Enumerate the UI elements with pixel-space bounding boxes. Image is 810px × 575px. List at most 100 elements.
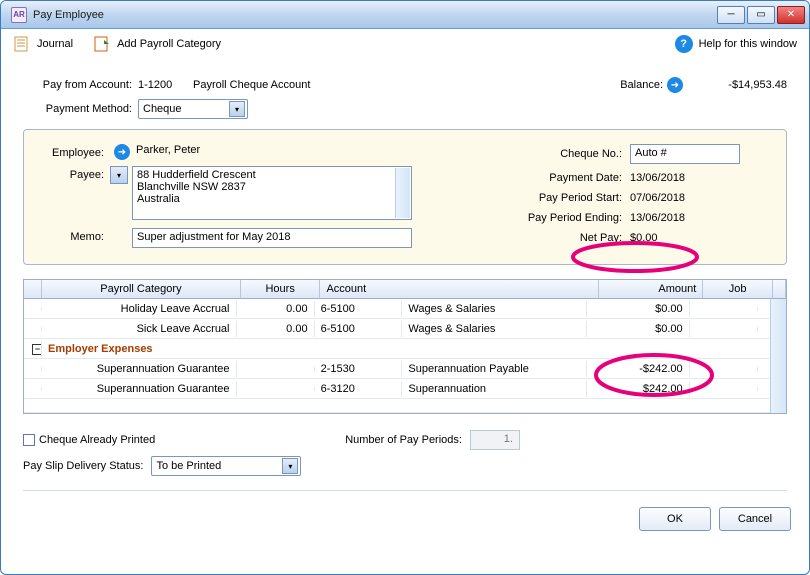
table-row [24, 399, 770, 413]
balance-label: Balance: [620, 79, 663, 91]
payment-method-combo[interactable]: Cheque ▾ [138, 99, 248, 119]
divider [23, 490, 787, 491]
payment-method-label: Payment Method: [23, 103, 138, 115]
toolbar: Journal Add Payroll Category ? Help for … [1, 29, 809, 59]
table-row[interactable]: −Employer Expenses [24, 339, 770, 359]
table-row[interactable]: Superannuation Guarantee 2-1530Superannua… [24, 359, 770, 379]
add-category-label: Add Payroll Category [117, 38, 221, 50]
cheque-no-label: Cheque No.: [510, 148, 630, 160]
th-expand [24, 280, 42, 299]
payee-label: Payee: [40, 166, 110, 181]
delivery-combo[interactable]: To be Printed ▾ [151, 456, 301, 476]
cell-job [690, 387, 758, 391]
cell-acct: 6-5100 [315, 321, 403, 337]
delivery-value: To be Printed [156, 460, 221, 472]
th-hours[interactable]: Hours [241, 280, 321, 299]
employee-panel: Employee: ➜ Parker, Peter Payee: ▾ 88 Hu… [23, 129, 787, 265]
th-account[interactable]: Account [320, 280, 598, 299]
payroll-table: Payroll Category Hours Account Amount Jo… [23, 279, 787, 414]
already-printed-checkbox[interactable] [23, 434, 35, 446]
balance-arrow-icon[interactable]: ➜ [667, 77, 683, 93]
balance-value: -$14,953.48 [687, 79, 787, 91]
minimize-button[interactable]: ─ [717, 6, 745, 24]
cell-amount: $0.00 [587, 301, 689, 317]
cell-acctname: Wages & Salaries [402, 321, 587, 337]
table-scrollbar[interactable] [770, 299, 786, 413]
cell-job [690, 327, 758, 331]
cell-hours: 0.00 [237, 301, 315, 317]
chevron-down-icon: ▾ [282, 458, 298, 474]
close-button[interactable]: ✕ [777, 6, 805, 24]
employee-label: Employee: [40, 144, 110, 159]
payment-date-value: 13/06/2018 [630, 172, 685, 184]
journal-button[interactable]: Journal [13, 35, 73, 53]
collapse-icon[interactable]: − [32, 344, 42, 355]
table-row[interactable]: Sick Leave Accrual0.006-5100Wages & Sala… [24, 319, 770, 339]
help-button[interactable]: ? Help for this window [675, 35, 797, 53]
num-periods-label: Number of Pay Periods: [345, 434, 462, 446]
period-start-label: Pay Period Start: [510, 192, 630, 204]
cell-hours [237, 367, 315, 371]
cell-acctname: Wages & Salaries [402, 301, 587, 317]
table-row[interactable]: Superannuation Guarantee 6-3120Superannua… [24, 379, 770, 399]
help-icon: ? [675, 35, 693, 53]
cell-category: Superannuation Guarantee [42, 381, 237, 397]
cell-category: Superannuation Guarantee [42, 361, 237, 377]
scrollbar[interactable] [395, 168, 410, 218]
payee-address-text: 88 Hudderfield Crescent Blanchville NSW … [137, 169, 256, 205]
period-start-value: 07/06/2018 [630, 192, 685, 204]
already-printed-label: Cheque Already Printed [39, 434, 155, 446]
memo-label: Memo: [40, 228, 110, 243]
net-pay-value: $0.00 [630, 232, 658, 244]
help-label: Help for this window [699, 38, 797, 50]
cell-acct: 6-3120 [315, 381, 403, 397]
cell-acctname: Superannuation Payable [402, 361, 587, 377]
cell-job [690, 307, 758, 311]
add-category-button[interactable]: Add Payroll Category [93, 35, 221, 53]
table-body: Holiday Leave Accrual0.006-5100Wages & S… [24, 299, 786, 413]
employee-arrow-icon[interactable]: ➜ [114, 144, 130, 160]
num-periods-input[interactable]: 1. [470, 430, 520, 450]
th-amount[interactable]: Amount [599, 280, 703, 299]
table-row[interactable]: Holiday Leave Accrual0.006-5100Wages & S… [24, 299, 770, 319]
highlight-circle-netpay [565, 239, 705, 275]
app-icon: AR [11, 7, 27, 23]
cell-hours [237, 387, 315, 391]
th-job[interactable]: Job [703, 280, 773, 299]
cell-job [690, 367, 758, 371]
cell-amount: $0.00 [587, 321, 689, 337]
cell-acct: 6-5100 [315, 301, 403, 317]
chevron-down-icon: ▾ [229, 101, 245, 117]
th-category[interactable]: Payroll Category [42, 280, 241, 299]
account-code: 1-1200 [138, 79, 193, 91]
period-end-label: Pay Period Ending: [510, 212, 630, 224]
account-name: Payroll Cheque Account [193, 79, 310, 91]
titlebar: AR Pay Employee ─ ▭ ✕ [1, 1, 809, 29]
ok-button[interactable]: OK [639, 507, 711, 531]
cell-category: Sick Leave Accrual [42, 321, 237, 337]
cancel-button[interactable]: Cancel [719, 507, 791, 531]
maximize-button[interactable]: ▭ [747, 6, 775, 24]
window-title: Pay Employee [33, 9, 715, 21]
employee-name: Parker, Peter [136, 144, 200, 156]
cell-category: Holiday Leave Accrual [42, 301, 237, 317]
cell-amount: -$242.00 [587, 361, 689, 377]
footer: OK Cancel [1, 507, 809, 543]
cell-acct: 2-1530 [315, 361, 403, 377]
pay-from-label: Pay from Account: [23, 79, 138, 91]
cell-amount: $242.00 [587, 381, 689, 397]
payment-date-label: Payment Date: [510, 172, 630, 184]
journal-icon [13, 35, 31, 53]
add-category-icon [93, 35, 111, 53]
window: AR Pay Employee ─ ▭ ✕ Journal Add Payrol… [0, 0, 810, 575]
journal-label: Journal [37, 38, 73, 50]
cheque-no-input[interactable]: Auto # [630, 144, 740, 164]
table-header: Payroll Category Hours Account Amount Jo… [24, 280, 786, 299]
group-label: Employer Expenses [42, 341, 770, 357]
delivery-label: Pay Slip Delivery Status: [23, 460, 143, 472]
payment-method-value: Cheque [143, 103, 182, 115]
cell-acctname: Superannuation [402, 381, 587, 397]
payee-picker-button[interactable]: ▾ [110, 166, 128, 184]
memo-input[interactable]: Super adjustment for May 2018 [132, 228, 412, 248]
payee-address[interactable]: 88 Hudderfield Crescent Blanchville NSW … [132, 166, 412, 220]
